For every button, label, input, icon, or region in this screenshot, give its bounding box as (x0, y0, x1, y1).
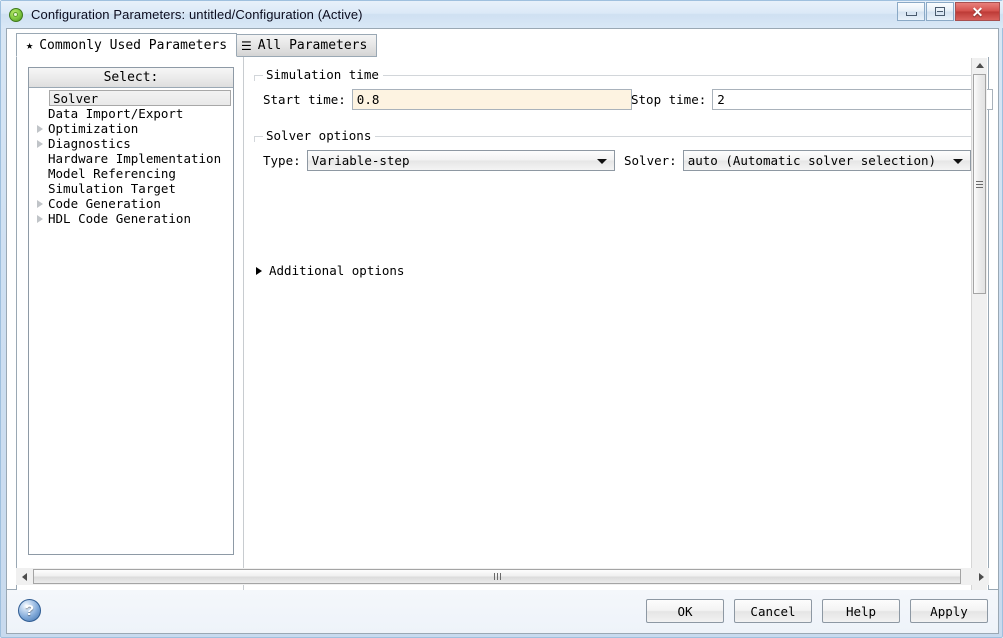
tree-item-solver[interactable]: Solver (49, 90, 231, 106)
solver-label: Solver: (624, 153, 677, 168)
stop-time-row: Stop time: 2 (631, 89, 994, 110)
solver-options-group: Solver options Type: Variable-step Solve… (254, 128, 980, 176)
minimize-icon (905, 11, 917, 16)
solver-type-label: Type: (263, 153, 301, 168)
parameters-content: Simulation time Start time: 0.8 Stop tim… (243, 57, 994, 599)
minimize-button[interactable] (897, 2, 925, 21)
tree-item-hardware-implementation[interactable]: Hardware Implementation (29, 151, 233, 166)
footer-buttons: OK Cancel Help Apply (646, 599, 988, 623)
solver-value: auto (Automatic solver selection) (687, 153, 937, 168)
expand-arrow-code-generation-icon[interactable] (32, 199, 48, 208)
simulation-time-group-title: Simulation time (263, 67, 383, 82)
tree-item-code-generation[interactable]: Code Generation (29, 196, 233, 211)
configuration-parameters-window: Configuration Parameters: untitled/Confi… (0, 0, 1003, 638)
start-time-row: Start time: 0.8 (263, 89, 632, 110)
ok-button[interactable]: OK (646, 599, 724, 623)
tree-item-data-import-export[interactable]: Data Import/Export (29, 106, 233, 121)
tree-item-diagnostics-label: Diagnostics (48, 136, 131, 151)
title-bar: Configuration Parameters: untitled/Confi… (1, 1, 1003, 28)
dialog-client-area: ★ Commonly Used Parameters ☰ All Paramet… (6, 28, 999, 601)
horizontal-scrollbar[interactable] (16, 568, 989, 585)
group-divider-left (254, 75, 255, 81)
expand-arrow-optimization-icon[interactable] (32, 124, 48, 133)
star-icon: ★ (26, 38, 34, 52)
tree-item-simulation-target[interactable]: Simulation Target (29, 181, 233, 196)
simulink-icon (8, 7, 24, 23)
expand-arrow-diagnostics-icon[interactable] (32, 139, 48, 148)
triangle-right-icon (256, 266, 262, 275)
solver-dropdown[interactable]: auto (Automatic solver selection) (682, 150, 971, 171)
tree-item-data-import-export-label: Data Import/Export (48, 106, 184, 121)
tree-item-model-referencing-label: Model Referencing (48, 166, 176, 181)
solver-type-value: Variable-step (311, 153, 410, 168)
cancel-button-label: Cancel (750, 603, 796, 619)
tree-item-simulation-target-label: Simulation Target (48, 181, 176, 196)
apply-button[interactable]: Apply (910, 599, 988, 623)
triangle-right-icon (978, 572, 984, 581)
tree-item-hdl-code-generation-label: HDL Code Generation (48, 211, 191, 226)
start-time-label: Start time: (263, 92, 346, 107)
start-time-input[interactable]: 0.8 (351, 89, 632, 110)
select-tree-panel: Select: Solver Data Import/Export Optimi… (28, 67, 234, 555)
simulation-time-group: Simulation time Start time: 0.8 Stop tim… (254, 67, 994, 115)
select-header: Select: (29, 68, 233, 88)
triangle-left-icon (21, 572, 27, 581)
tree-item-hardware-implementation-label: Hardware Implementation (48, 151, 222, 166)
maximize-button[interactable] (926, 2, 954, 21)
tab-commonly-used-parameters-label: Commonly Used Parameters (39, 37, 228, 53)
help-button-label: Help (845, 603, 877, 619)
help-button[interactable]: Help (822, 599, 900, 623)
scroll-right-button[interactable] (973, 568, 989, 585)
cancel-button[interactable]: Cancel (734, 599, 812, 623)
window-controls: ✕ (896, 2, 1000, 21)
triangle-up-icon (975, 63, 984, 68)
list-icon: ☰ (241, 38, 252, 53)
tree-item-solver-label: Solver (53, 90, 99, 106)
dialog-footer: ? OK Cancel Help Apply (6, 590, 999, 634)
solver-type-row: Type: Variable-step (263, 150, 615, 171)
help-info-icon[interactable]: ? (18, 599, 41, 622)
scroll-up-button[interactable] (972, 58, 987, 73)
tree-item-model-referencing[interactable]: Model Referencing (29, 166, 233, 181)
vertical-scrollbar-thumb[interactable] (973, 74, 986, 294)
chevron-down-icon (952, 158, 963, 164)
apply-button-label: Apply (930, 603, 968, 619)
window-title: Configuration Parameters: untitled/Confi… (31, 7, 363, 22)
tab-commonly-used-parameters[interactable]: ★ Commonly Used Parameters (16, 33, 238, 57)
solver-type-dropdown[interactable]: Variable-step (306, 150, 615, 171)
tree-item-code-generation-label: Code Generation (48, 196, 161, 211)
expand-arrow-hdl-code-generation-icon[interactable] (32, 214, 48, 223)
horizontal-scrollbar-thumb[interactable] (33, 569, 961, 584)
additional-options-label: Additional options (269, 263, 405, 278)
chevron-down-icon (596, 158, 607, 164)
additional-options-expander[interactable]: Additional options (256, 263, 404, 278)
maximize-icon (935, 7, 945, 16)
tree-item-diagnostics[interactable]: Diagnostics (29, 136, 233, 151)
solver-row: Solver: auto (Automatic solver selection… (624, 150, 971, 171)
close-button[interactable]: ✕ (955, 2, 1000, 21)
stop-time-input[interactable]: 2 (712, 89, 994, 110)
scroll-left-button[interactable] (16, 568, 32, 585)
stop-time-value: 2 (717, 92, 725, 107)
tab-strip: ★ Commonly Used Parameters ☰ All Paramet… (7, 29, 998, 57)
tab-all-parameters[interactable]: ☰ All Parameters (231, 34, 378, 57)
scrollbar-grip-icon (493, 573, 501, 580)
stop-time-label: Stop time: (631, 92, 707, 107)
group-divider-left (254, 136, 255, 142)
parameters-panel: Select: Solver Data Import/Export Optimi… (16, 57, 994, 601)
configuration-tree: Solver Data Import/Export Optimization D… (29, 88, 233, 226)
start-time-value: 0.8 (356, 92, 380, 107)
tree-item-optimization[interactable]: Optimization (29, 121, 233, 136)
vertical-scrollbar[interactable] (971, 58, 987, 600)
scrollbar-grip-icon (976, 179, 983, 190)
ok-button-label: OK (677, 603, 693, 619)
close-icon: ✕ (971, 3, 984, 20)
tab-all-parameters-label: All Parameters (257, 38, 368, 53)
tree-item-optimization-label: Optimization (48, 121, 139, 136)
tree-item-hdl-code-generation[interactable]: HDL Code Generation (29, 211, 233, 226)
solver-options-group-title: Solver options (263, 128, 376, 143)
